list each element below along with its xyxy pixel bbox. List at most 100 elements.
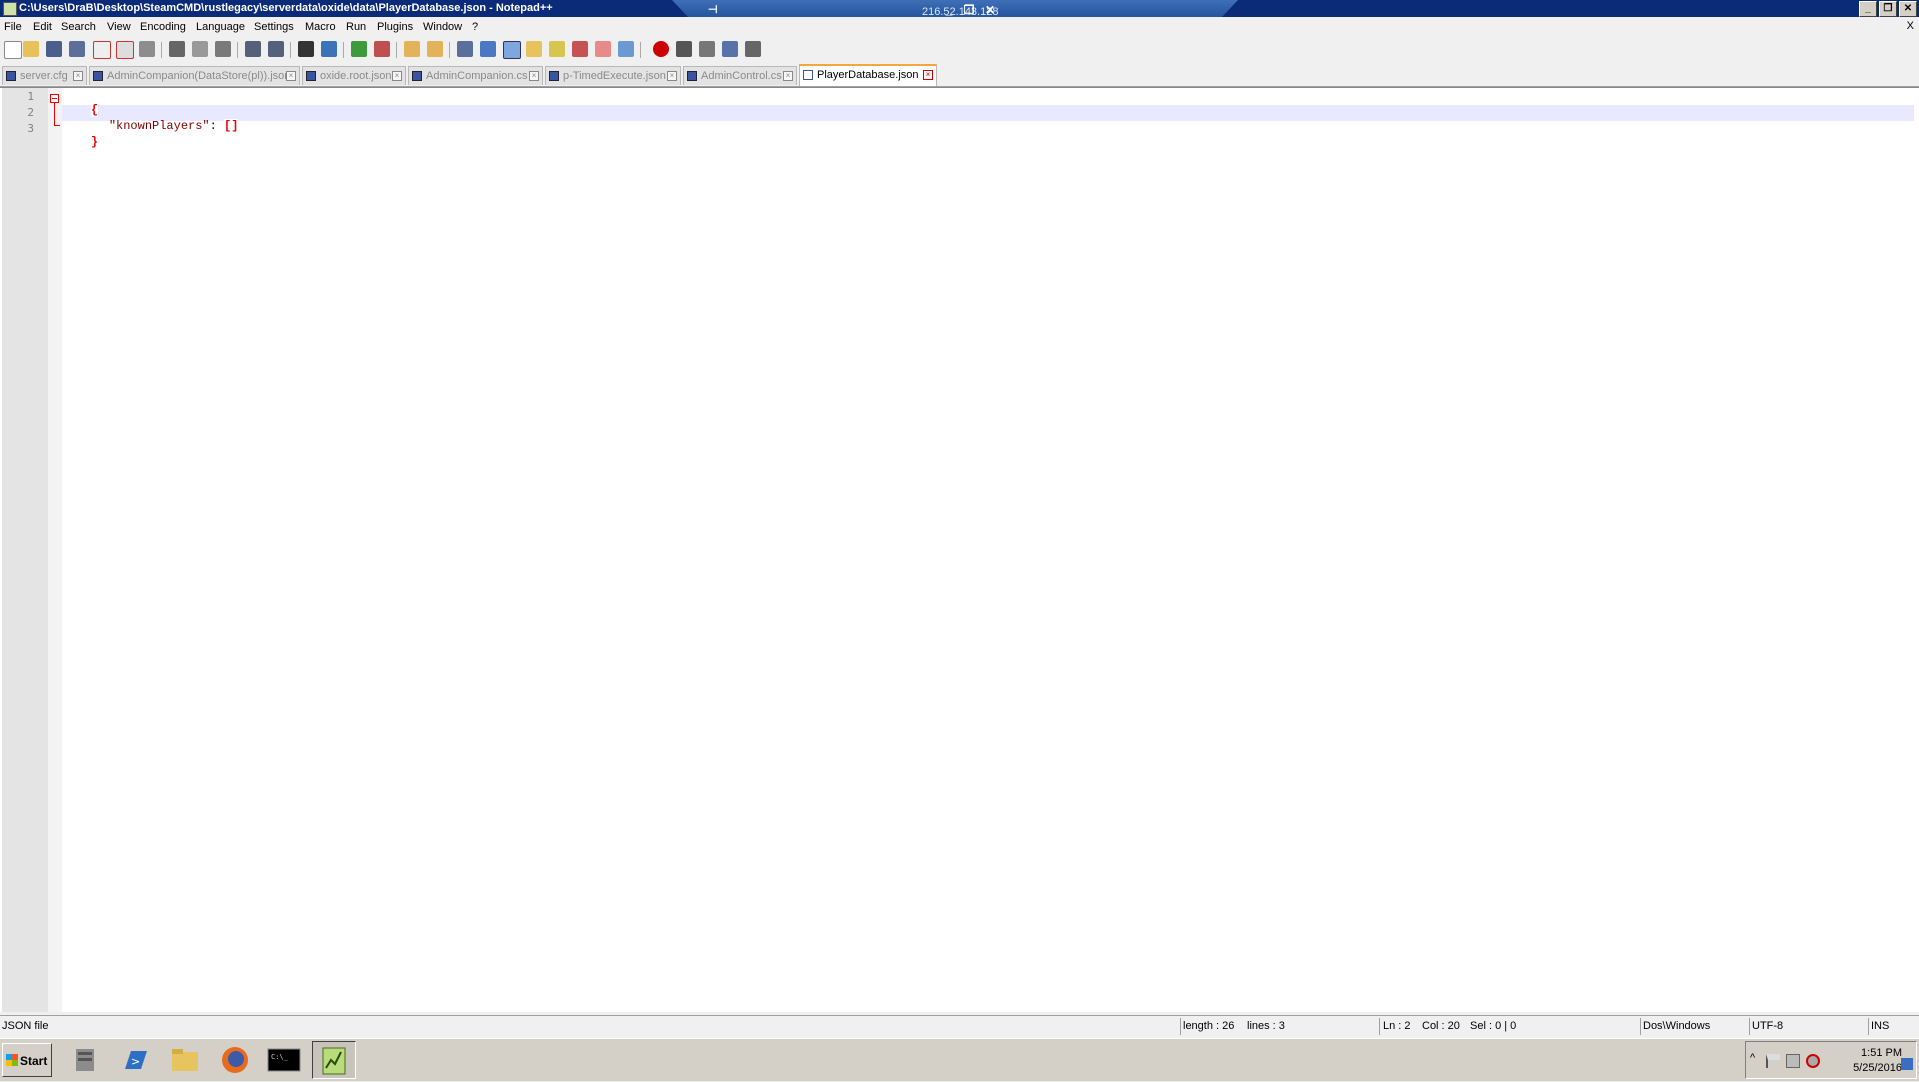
menu-search[interactable]: Search [61,21,96,33]
server-manager-button[interactable] [64,1041,108,1079]
toolbar [0,37,1919,63]
minimize-button[interactable]: _ [1859,1,1877,17]
open-file-icon[interactable] [23,41,39,57]
file-saved-icon [549,71,559,81]
tab-oxide-root-json[interactable]: oxide.root.json × [302,66,406,85]
save-macro-icon[interactable] [745,41,761,57]
save-all-icon[interactable] [69,41,85,57]
tab-label: PlayerDatabase.json [817,69,919,81]
show-all-characters-icon[interactable] [480,41,496,57]
print-icon[interactable] [139,41,155,57]
json-colon: : [209,119,225,133]
editor-area[interactable]: 1 2 3 { "knownPlayers": [] } [0,87,1919,1012]
powershell-icon: > [125,1051,147,1069]
menu-edit[interactable]: Edit [33,21,52,33]
svg-text:C:\_: C:\_ [271,1053,289,1061]
show-desktop-icon[interactable] [1901,1058,1913,1070]
close-brace: } [90,135,99,149]
clock-date[interactable]: 5/25/2016 [1838,1062,1902,1074]
restore-button[interactable]: ❐ [1879,1,1897,17]
sync-vertical-icon[interactable] [404,41,420,57]
powershell-button[interactable]: > [113,1041,157,1079]
save-icon[interactable] [46,41,62,57]
menu-language[interactable]: Language [196,21,245,33]
status-insert-mode[interactable]: INS [1871,1020,1889,1032]
start-button[interactable]: Start [2,1043,52,1077]
document-map-icon[interactable] [549,41,565,57]
stop-recording-icon[interactable] [676,41,692,57]
tab-admincompanion-datastore-json[interactable]: AdminCompanion(DataStore(pl)).json × [89,66,300,85]
close-file-icon[interactable] [93,41,111,59]
file-explorer-button[interactable] [163,1041,207,1079]
record-macro-icon[interactable] [653,41,669,57]
action-center-flag-icon[interactable] [1766,1054,1780,1068]
menu-settings[interactable]: Settings [254,21,294,33]
tab-close-icon[interactable]: × [667,71,677,81]
tab-close-icon[interactable]: × [286,71,296,81]
status-encoding[interactable]: UTF-8 [1752,1020,1783,1032]
firefox-button[interactable] [213,1041,257,1079]
paste-icon[interactable] [215,41,231,57]
replace-icon[interactable] [321,41,337,57]
tab-close-icon[interactable]: × [529,71,539,81]
playback-macro-icon[interactable] [699,41,715,57]
tab-close-icon[interactable]: × [783,71,793,81]
menu-file[interactable]: File [4,21,22,33]
menu-window[interactable]: Window [423,21,462,33]
command-prompt-button[interactable]: C:\_ [262,1041,306,1079]
close-all-icon[interactable] [116,41,134,59]
menu-run[interactable]: Run [346,21,366,33]
folder-workspace-icon[interactable] [595,41,611,57]
show-hidden-icons-icon[interactable]: ^ [1750,1052,1764,1066]
tab-close-icon[interactable]: × [73,71,83,81]
notepad-plus-plus-icon [322,1047,346,1075]
clock-time[interactable]: 1:51 PM [1838,1047,1902,1059]
run-macro-multiple-icon[interactable] [722,41,738,57]
function-list-icon[interactable] [572,41,588,57]
close-document-button[interactable]: X [1907,20,1914,32]
current-line-highlight [62,105,1914,121]
tab-playerdatabase-json[interactable]: PlayerDatabase.json × [799,64,937,86]
menu-help[interactable]: ? [472,21,478,33]
windows-logo-icon [6,1054,18,1066]
find-icon[interactable] [298,41,314,57]
status-filetype: JSON file [2,1020,49,1032]
code-line-3[interactable]: } [62,121,99,163]
volume-muted-icon[interactable] [1806,1054,1820,1068]
close-button[interactable]: ✕ [1899,1,1917,17]
status-column: Col : 20 [1422,1020,1460,1032]
network-icon[interactable] [1786,1054,1800,1068]
sync-horizontal-icon[interactable] [427,41,443,57]
status-eol-format[interactable]: Dos\Windows [1643,1020,1710,1032]
zoom-in-icon[interactable] [351,41,367,57]
fold-collapse-icon[interactable] [50,94,59,103]
pin-icon[interactable]: ⊣ [708,3,718,16]
indent-guide-icon[interactable] [503,41,521,59]
tab-admincompanion-cs[interactable]: AdminCompanion.cs × [408,66,543,85]
tab-server-cfg[interactable]: server.cfg × [2,66,87,85]
notepad-plus-plus-button[interactable] [312,1041,356,1079]
redo-icon[interactable] [268,41,284,57]
word-wrap-icon[interactable] [457,41,473,57]
rdp-minimize-button[interactable]: _ [942,3,956,17]
code-line-2[interactable]: "knownPlayers": [] [80,105,239,147]
menu-plugins[interactable]: Plugins [377,21,413,33]
menu-macro[interactable]: Macro [305,21,336,33]
window-title: C:\Users\DraB\Desktop\SteamCMD\rustlegac… [19,2,553,14]
undo-icon[interactable] [245,41,261,57]
menu-encoding[interactable]: Encoding [140,21,186,33]
menu-view[interactable]: View [107,21,131,33]
tab-p-timedexecute-json[interactable]: p-TimedExecute.json × [545,66,681,85]
tab-close-icon[interactable]: × [923,70,933,80]
file-saved-icon [412,71,422,81]
copy-icon[interactable] [192,41,208,57]
cut-icon[interactable] [169,41,185,57]
user-language-icon[interactable] [526,41,542,57]
tab-close-icon[interactable]: × [392,71,402,81]
tab-admincontrol-cs[interactable]: AdminControl.cs × [683,66,797,85]
rdp-close-button[interactable]: ✕ [983,3,997,17]
rdp-restore-button[interactable]: ❐ [962,3,976,17]
monitoring-icon[interactable] [618,41,634,57]
zoom-out-icon[interactable] [374,41,390,57]
new-file-icon[interactable] [4,41,22,59]
